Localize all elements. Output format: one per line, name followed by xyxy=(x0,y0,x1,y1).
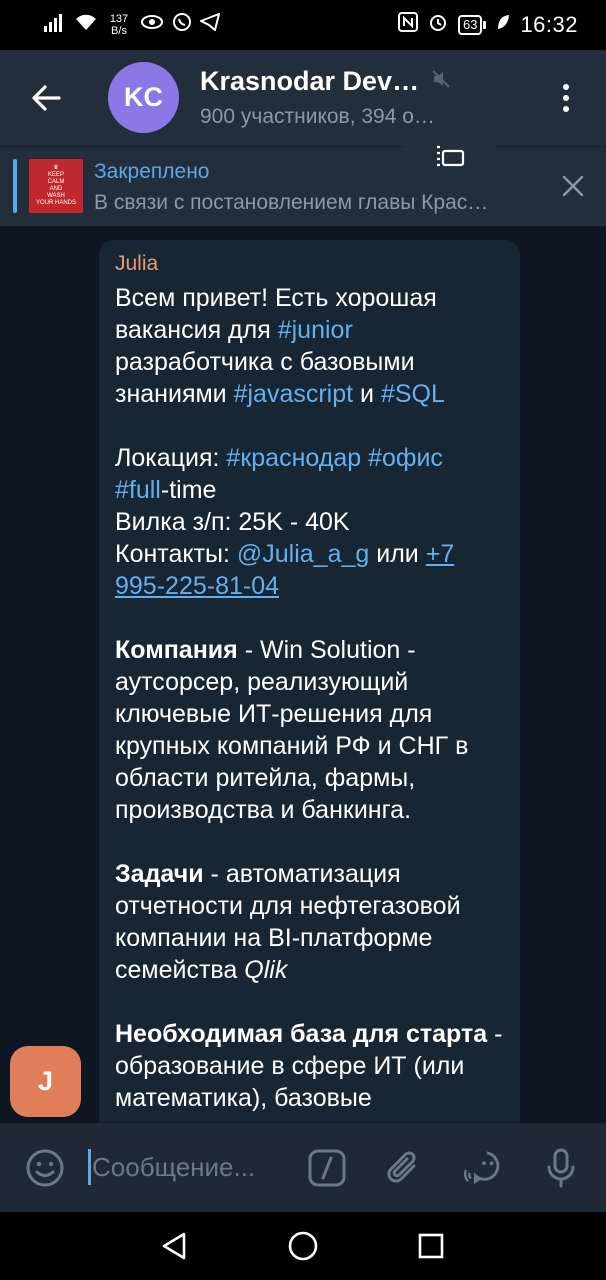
microphone-icon xyxy=(547,1148,575,1188)
chat-header: KC Krasnodar Dev… 900 участников, 394 о… xyxy=(0,50,606,146)
square-recents-icon xyxy=(418,1233,444,1259)
arrow-left-icon xyxy=(32,85,61,111)
battery-icon: 63 xyxy=(457,15,487,35)
message-input[interactable] xyxy=(92,1145,292,1189)
hashtag-link[interactable]: #junior xyxy=(278,316,353,344)
telegram-icon xyxy=(198,12,221,36)
message-text: Всем привет! Есть хорошая вакансия для #… xyxy=(115,284,503,1112)
slash-command-icon xyxy=(308,1149,346,1187)
sender-name[interactable]: Julia xyxy=(115,252,504,276)
nav-back-button[interactable] xyxy=(156,1228,192,1264)
smile-icon xyxy=(26,1149,64,1187)
pinned-label: Закреплено xyxy=(94,160,210,183)
sender-avatar[interactable]: J xyxy=(10,1046,81,1117)
pinned-list-tab[interactable] xyxy=(404,141,496,171)
status-bar: 137 B/s 63 16:32 xyxy=(0,0,606,50)
battery-level: 63 xyxy=(457,15,483,35)
attach-button[interactable] xyxy=(382,1147,424,1189)
pinned-list-icon xyxy=(437,145,465,167)
message-bubble[interactable]: Julia Всем привет! Есть хорошая вакансия… xyxy=(99,240,520,1122)
nav-home-button[interactable] xyxy=(285,1228,321,1264)
chat-title-row[interactable]: Krasnodar Dev… xyxy=(200,66,451,97)
signal-icon xyxy=(44,12,66,37)
hashtag-link[interactable]: #javascript xyxy=(234,380,354,408)
leaf-icon xyxy=(496,13,510,37)
chat-avatar[interactable]: KC xyxy=(108,62,179,133)
sticker-button[interactable] xyxy=(462,1147,504,1189)
nfc-icon xyxy=(397,12,418,38)
hashtag-link[interactable]: #офис xyxy=(368,444,443,472)
paperclip-icon xyxy=(387,1151,416,1183)
hashtag-link[interactable]: #краснодар xyxy=(226,444,361,472)
bot-commands-button[interactable] xyxy=(306,1147,348,1189)
pinned-message[interactable]: ♛ KEEP CALM AND WASH YOUR HANDS Закрепле… xyxy=(0,141,606,226)
eye-icon xyxy=(140,13,164,36)
triangle-back-icon xyxy=(162,1232,186,1260)
chat-subtitle: 900 участников, 394 о… xyxy=(200,105,435,128)
back-button[interactable] xyxy=(24,78,68,118)
voice-record-button[interactable] xyxy=(540,1147,582,1189)
chat-title: Krasnodar Dev… xyxy=(200,66,420,96)
emoji-button[interactable] xyxy=(24,1147,66,1189)
pinned-thumbnail: ♛ KEEP CALM AND WASH YOUR HANDS xyxy=(29,159,83,213)
nav-recents-button[interactable] xyxy=(413,1228,449,1264)
dot-icon xyxy=(563,84,569,90)
chat-area[interactable]: Julia Всем привет! Есть хорошая вакансия… xyxy=(0,226,606,1122)
hashtag-link[interactable]: #SQL xyxy=(381,380,445,408)
circle-home-icon xyxy=(288,1231,318,1261)
clock: 16:32 xyxy=(520,12,578,37)
system-nav-bar xyxy=(0,1212,606,1280)
dot-icon xyxy=(563,95,569,101)
dot-icon xyxy=(563,106,569,112)
message-input-bar xyxy=(0,1122,606,1212)
crown-icon: ♛ xyxy=(53,165,59,171)
whatsapp-icon xyxy=(172,12,192,37)
close-pinned-button[interactable] xyxy=(560,173,586,199)
pinned-indicator xyxy=(13,159,17,213)
pinned-text: В связи с постановлением главы Крас… xyxy=(94,191,489,214)
wifi-icon xyxy=(74,12,98,37)
close-icon xyxy=(562,175,584,197)
text-caret xyxy=(88,1149,91,1185)
more-menu-button[interactable] xyxy=(548,76,584,120)
net-speed: 137 B/s xyxy=(109,12,129,37)
alarm-icon xyxy=(428,12,448,38)
username-link[interactable]: @Julia_a_g xyxy=(237,540,369,568)
muted-icon xyxy=(431,69,451,94)
sticker-icon xyxy=(463,1151,500,1185)
hashtag-link[interactable]: #full xyxy=(115,476,161,504)
